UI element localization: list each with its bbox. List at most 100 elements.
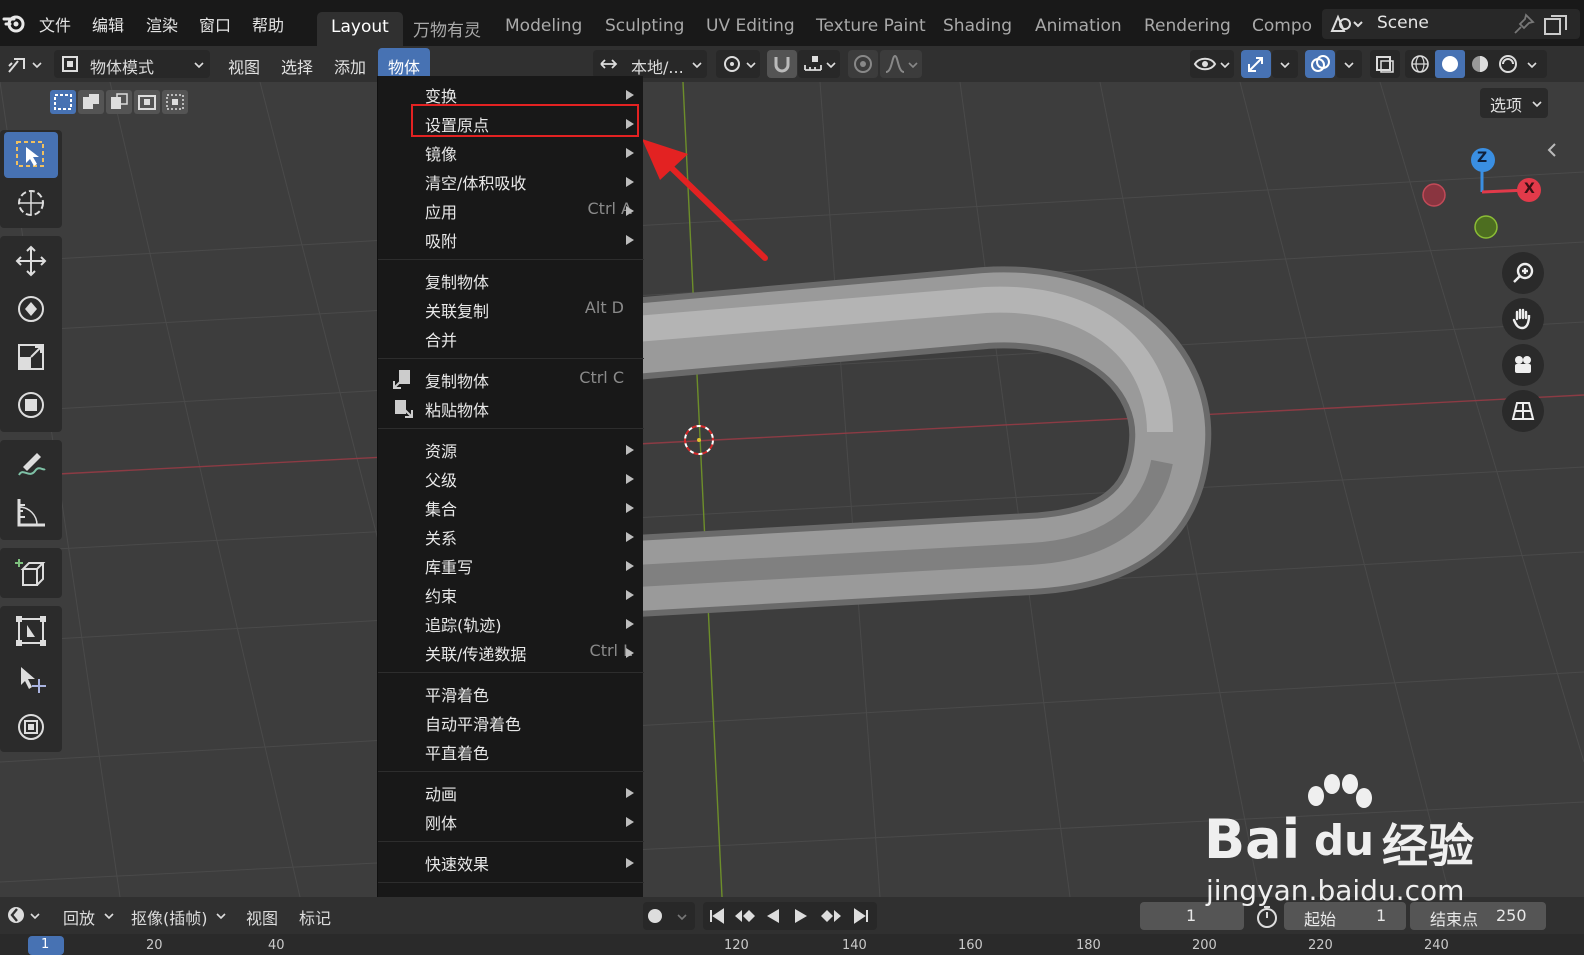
menu-item[interactable]: 清空/体积吸收 [378,167,644,196]
menu-item[interactable]: 刚体 [378,807,644,836]
menu-item[interactable]: 应用 Ctrl A [378,196,644,225]
falloff-dropdown[interactable] [880,50,922,78]
menu-window[interactable]: 窗口 [199,12,231,36]
rendered-shading-icon[interactable] [1497,53,1519,75]
menu-item[interactable]: 平直着色 [378,737,644,766]
wireframe-shading-icon[interactable] [1409,53,1431,75]
menu-item[interactable]: 库重写 [378,551,644,580]
jump-start-icon[interactable] [707,907,727,925]
menu-file[interactable]: 文件 [39,12,71,36]
record-icon[interactable] [646,907,664,925]
menu-view[interactable]: 视图 [228,54,260,78]
pin-icon[interactable] [1512,12,1536,36]
transform-cage-tool[interactable] [4,704,58,750]
menu-help[interactable]: 帮助 [252,12,284,36]
menu-item[interactable]: 快速效果 [378,848,644,877]
scene-icon[interactable] [1328,13,1364,35]
blender-logo-icon[interactable] [2,10,28,36]
menu-item[interactable]: 自动平滑着色 [378,708,644,737]
select-box-tool[interactable] [4,132,58,178]
timeline-ruler[interactable]: 1 20 40 120 140 160 180 200 220 240 [0,934,1584,955]
mode-dropdown[interactable]: 物体模式 [54,50,210,78]
menu-item[interactable]: 动画 [378,778,644,807]
select-subtract-icon[interactable] [106,90,132,114]
move-tool[interactable] [4,238,58,284]
scene-name[interactable]: Scene [1377,13,1429,33]
menu-item[interactable]: 吸附 [378,225,644,254]
tab-rendering[interactable]: Rendering [1144,16,1231,36]
prev-keyframe-icon[interactable] [733,907,759,925]
tab-compositing[interactable]: Compo [1252,16,1312,36]
tab-uv-editing[interactable]: UV Editing [706,16,795,36]
annotate-tool[interactable] [4,442,58,488]
material-shading-icon[interactable] [1469,53,1491,75]
editor-type-button[interactable] [2,50,46,78]
camera-view-button[interactable] [1502,344,1544,386]
tab-wanwuyouling[interactable]: 万物有灵 [413,16,481,41]
marker-menu[interactable]: 标记 [299,905,331,929]
gizmo-toggle[interactable] [1241,50,1271,78]
select-difference-icon[interactable] [134,90,160,114]
menu-edit[interactable]: 编辑 [92,12,124,36]
pan-button[interactable] [1502,298,1544,340]
menu-item[interactable]: 合并 [378,324,644,353]
select-new-icon[interactable] [50,90,76,114]
xray-toggle[interactable] [1370,50,1400,78]
timeline-editor-type[interactable] [2,901,44,929]
menu-item[interactable]: 镜像 [378,138,644,167]
menu-select[interactable]: 选择 [281,54,313,78]
cursor-tool[interactable] [4,180,58,226]
tab-sculpting[interactable]: Sculpting [605,16,684,36]
snap-toggle[interactable] [767,50,797,78]
menu-item[interactable]: 追踪(轨迹) [378,609,644,638]
pivot-point-dropdown[interactable] [716,50,760,78]
chevron-down-icon[interactable] [677,912,687,922]
menu-item[interactable]: 关联复制 Alt D [378,295,644,324]
transform-orientation-dropdown[interactable]: 本地/... [593,50,707,78]
overlays-toggle[interactable] [1305,50,1335,78]
tab-shading[interactable]: Shading [943,16,1012,36]
perspective-toggle-button[interactable] [1502,390,1544,432]
snap-target-dropdown[interactable] [798,50,840,78]
visibility-dropdown[interactable] [1190,50,1234,78]
scene-selector[interactable]: Scene [1322,9,1580,39]
playback-menu[interactable]: 回放 [63,905,95,929]
add-cube-tool[interactable] [4,550,58,596]
tab-animation[interactable]: Animation [1035,16,1122,36]
menu-item[interactable]: 关联/传递数据 Ctrl L [378,638,644,667]
rotate-tool[interactable] [4,286,58,332]
zoom-button[interactable] [1502,252,1544,294]
menu-item[interactable]: 约束 [378,580,644,609]
menu-item[interactable]: 粘贴物体 [378,394,644,423]
menu-item[interactable]: 平滑着色 [378,679,644,708]
jump-end-icon[interactable] [851,907,871,925]
tab-layout[interactable]: Layout [317,12,403,46]
current-frame-indicator[interactable]: 1 [28,936,64,955]
proportional-editing-toggle[interactable] [848,50,878,78]
sidebar-toggle-icon[interactable] [1546,142,1558,158]
menu-item[interactable]: 复制物体 Ctrl C [378,365,644,394]
select-extend-icon[interactable] [78,90,104,114]
menu-add[interactable]: 添加 [334,54,366,78]
menu-item[interactable]: 复制物体 [378,266,644,295]
new-scene-icon[interactable] [1542,12,1570,38]
overlays-dropdown[interactable] [1336,50,1362,78]
menu-item[interactable]: 资源 [378,435,644,464]
tab-modeling[interactable]: Modeling [505,16,582,36]
scale-cage-tool[interactable] [4,608,58,654]
options-dropdown[interactable]: 选项 [1480,88,1548,118]
tab-texture-paint[interactable]: Texture Paint [816,16,926,36]
solid-shading-button[interactable] [1435,50,1465,78]
shear-tool[interactable] [4,656,58,702]
menu-render[interactable]: 渲染 [146,12,178,36]
play-reverse-icon[interactable] [763,907,783,925]
select-intersect-icon[interactable] [162,90,188,114]
play-icon[interactable] [791,907,811,925]
gizmo-dropdown[interactable] [1272,50,1298,78]
timeline-view-menu[interactable]: 视图 [246,905,278,929]
scale-tool[interactable] [4,334,58,380]
measure-tool[interactable] [4,490,58,536]
menu-item[interactable]: 关系 [378,522,644,551]
menu-item[interactable]: 集合 [378,493,644,522]
next-keyframe-icon[interactable] [817,907,843,925]
